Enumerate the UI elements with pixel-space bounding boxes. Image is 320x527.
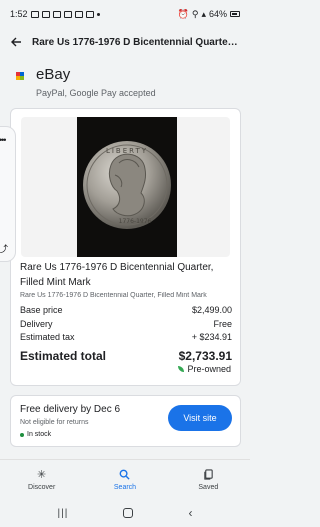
more-icon[interactable]: ••• <box>0 135 7 145</box>
battery-percent: 64% <box>208 9 227 19</box>
product-card[interactable]: LIBERTY 1776-1976 Rare Us 1776-1976 D Bi… <box>10 108 241 386</box>
price-row-tax: Estimated tax + $234.91 <box>20 332 232 342</box>
nav-label: Saved <box>198 483 219 491</box>
home-icon[interactable] <box>123 508 134 518</box>
price-row-value: $2,499.00 <box>191 305 232 315</box>
merchant-name: eBay <box>36 66 71 83</box>
notification-icon <box>63 10 72 18</box>
returns-info: Not eligible for returns <box>20 419 89 426</box>
notification-icon <box>52 10 61 18</box>
delivery-card: Free delivery by Dec 6 Not eligible for … <box>10 395 241 447</box>
status-left: 1:52 <box>10 9 100 19</box>
nav-label: Discover <box>28 483 56 491</box>
price-row-base: Base price $2,499.00 <box>20 305 232 315</box>
share-icon[interactable]: ⤴ <box>0 242 8 255</box>
in-stock-dot-icon <box>20 432 24 437</box>
bottom-navigation: ✳ Discover Search Saved <box>0 459 250 499</box>
leaf-icon <box>178 366 185 372</box>
page-title: Rare Us 1776-1976 D Bicentennial Quarter… <box>32 36 238 48</box>
signal-icon: ▴ <box>201 8 206 19</box>
nav-label: Search <box>113 483 137 491</box>
product-subtitle: Rare Us 1776-1976 D Bicentennial Quarter… <box>20 292 207 299</box>
coin-image: LIBERTY 1776-1976 <box>83 141 171 229</box>
coin-text-top: LIBERTY <box>106 147 148 155</box>
status-time: 1:52 <box>10 9 28 19</box>
condition-label: Pre-owned <box>187 364 231 374</box>
price-row-label: Delivery <box>20 319 53 329</box>
stock-status: In stock <box>20 431 51 438</box>
status-bar: 1:52 ⏰ ⚲ ▴ 64% <box>0 0 250 28</box>
delivery-title: Free delivery by Dec 6 <box>20 404 121 415</box>
price-row-delivery: Delivery Free <box>20 319 232 329</box>
product-name: Rare Us 1776-1976 D Bicentennial Quarter… <box>20 262 214 288</box>
notification-icon <box>41 10 50 18</box>
search-icon <box>119 469 131 481</box>
total-label: Estimated total <box>20 349 107 363</box>
alarm-icon: ⏰ <box>177 8 189 19</box>
price-row-label: Base price <box>20 305 63 315</box>
price-row-value: + $234.91 <box>191 332 232 342</box>
bookmark-copy-icon <box>203 468 214 481</box>
mail-icon <box>30 10 39 18</box>
product-image-area: LIBERTY 1776-1976 <box>21 117 230 257</box>
product-image[interactable]: LIBERTY 1776-1976 <box>77 117 177 257</box>
asterisk-icon: ✳ <box>37 468 47 481</box>
payment-methods: PayPal, Google Pay accepted <box>36 88 156 98</box>
battery-icon <box>230 11 240 17</box>
price-row-value: Free <box>213 319 232 329</box>
condition-badge: Pre-owned <box>178 364 231 374</box>
status-right: ⏰ ⚲ ▴ 64% <box>178 9 240 20</box>
stock-label: In stock <box>27 431 52 438</box>
arrow-left-icon[interactable] <box>0 28 32 56</box>
system-navigation-bar: ||| ‹ <box>0 499 250 527</box>
price-row-label: Estimated tax <box>20 332 75 342</box>
chevron-left-icon[interactable]: ‹ <box>188 506 192 520</box>
nav-discover[interactable]: ✳ Discover <box>0 460 83 499</box>
title-bar: Rare Us 1776-1976 D Bicentennial Quarter… <box>0 28 250 56</box>
ebay-logo-icon <box>16 72 24 80</box>
notification-icon <box>85 10 94 18</box>
recent-apps-icon[interactable]: ||| <box>58 508 69 519</box>
coin-text-bottom: 1776-1976 <box>119 218 152 225</box>
notification-icon <box>74 10 83 18</box>
nav-saved[interactable]: Saved <box>167 460 250 499</box>
side-panel-handle[interactable]: ••• ⤴ <box>0 126 16 262</box>
more-notifications-icon <box>96 12 100 16</box>
total-value: $2,733.91 <box>178 349 232 363</box>
location-icon: ⚲ <box>191 8 199 19</box>
nav-search[interactable]: Search <box>83 460 166 499</box>
price-row-total: Estimated total $2,733.91 <box>20 349 232 363</box>
visit-site-button[interactable]: Visit site <box>168 405 232 431</box>
